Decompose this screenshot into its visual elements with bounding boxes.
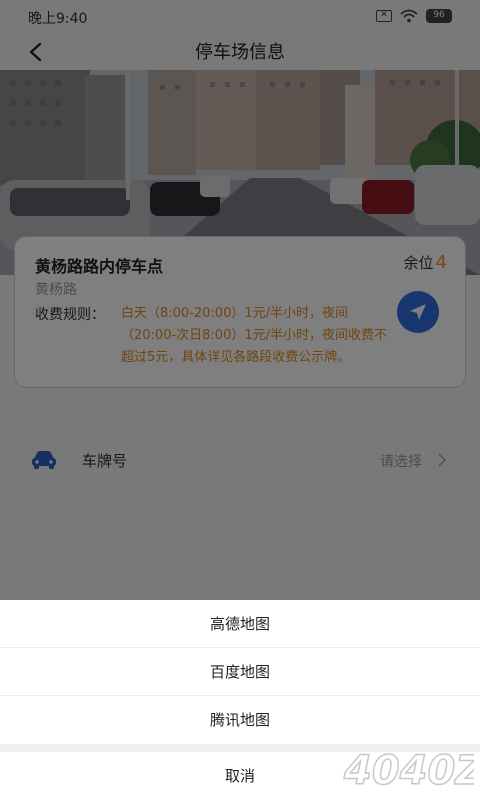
option-amap[interactable]: 高德地图 [0,600,480,648]
option-baidu-map[interactable]: 百度地图 [0,648,480,696]
option-tencent-map[interactable]: 腾讯地图 [0,696,480,744]
watermark-logo: 4040Z [342,747,474,794]
svg-text:4040Z: 4040Z [343,748,474,794]
